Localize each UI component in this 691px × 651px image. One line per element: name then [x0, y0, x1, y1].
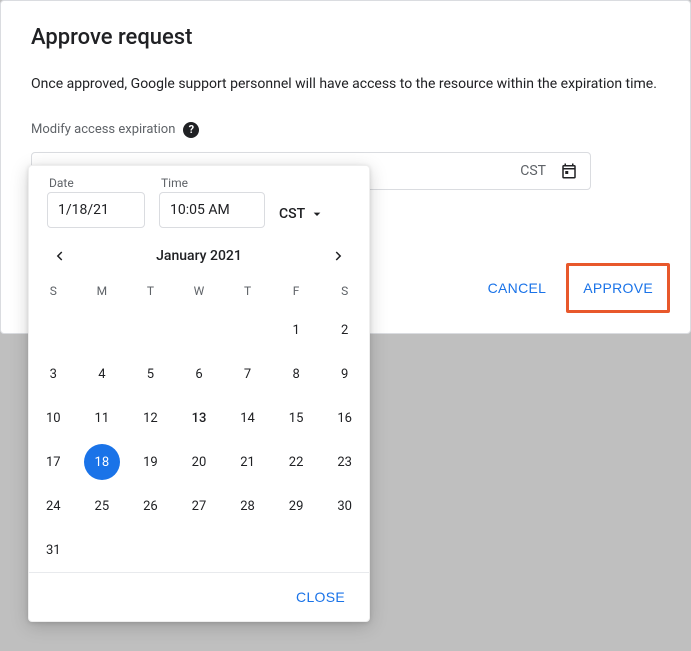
calendar-day[interactable]: 29 [272, 484, 321, 528]
weekday-header: F [272, 272, 321, 308]
timezone-dropdown[interactable]: CST [279, 206, 325, 228]
prev-month-button[interactable] [49, 246, 69, 266]
calendar-day[interactable]: 16 [320, 396, 369, 440]
calendar-day[interactable]: 20 [175, 440, 224, 484]
chevron-right-icon [330, 247, 348, 265]
modal-title: Approve request [31, 25, 660, 50]
calendar-day [126, 308, 175, 352]
time-input[interactable] [159, 192, 265, 228]
calendar-day[interactable]: 9 [320, 352, 369, 396]
calendar-day[interactable]: 4 [78, 352, 127, 396]
calendar-day[interactable]: 12 [126, 396, 175, 440]
calendar-day[interactable]: 19 [126, 440, 175, 484]
weekday-header: S [29, 272, 78, 308]
calendar-day[interactable]: 30 [320, 484, 369, 528]
help-icon[interactable]: ? [183, 122, 199, 138]
modal-actions: CANCEL APPROVE [476, 263, 670, 313]
date-field: Date [47, 176, 145, 228]
calendar-day[interactable]: 10 [29, 396, 78, 440]
calendar-day[interactable]: 15 [272, 396, 321, 440]
calendar-day [175, 528, 224, 572]
calendar-day[interactable]: 5 [126, 352, 175, 396]
date-picker-popover: Date Time CST January 2021 SMTWTFS 12345… [28, 165, 370, 622]
calendar-day[interactable]: 2 [320, 308, 369, 352]
weekday-header: T [223, 272, 272, 308]
calendar-day[interactable]: 6 [175, 352, 224, 396]
calendar-grid: SMTWTFS 12345678910111213141516171819202… [29, 272, 369, 572]
calendar-day[interactable]: 24 [29, 484, 78, 528]
calendar-day[interactable]: 7 [223, 352, 272, 396]
approve-button[interactable]: APPROVE [569, 266, 667, 310]
modal-description: Once approved, Google support personnel … [31, 76, 660, 92]
calendar-day [29, 308, 78, 352]
calendar-day[interactable]: 8 [272, 352, 321, 396]
approve-highlight: APPROVE [566, 263, 670, 313]
weekday-header: T [126, 272, 175, 308]
time-field: Time [159, 176, 265, 228]
weekday-header: M [78, 272, 127, 308]
calendar-day[interactable]: 1 [272, 308, 321, 352]
close-button[interactable]: CLOSE [292, 581, 349, 613]
calendar-day [320, 528, 369, 572]
next-month-button[interactable] [329, 246, 349, 266]
calendar-day [223, 308, 272, 352]
calendar-day[interactable]: 27 [175, 484, 224, 528]
calendar-day[interactable]: 14 [223, 396, 272, 440]
calendar-day[interactable]: 18 [78, 440, 127, 484]
calendar-day[interactable]: 13 [175, 396, 224, 440]
weekday-header: W [175, 272, 224, 308]
calendar-day[interactable]: 26 [126, 484, 175, 528]
calendar-day[interactable]: 22 [272, 440, 321, 484]
calendar-day [78, 528, 127, 572]
calendar-day[interactable]: 17 [29, 440, 78, 484]
calendar-day [272, 528, 321, 572]
calendar-day[interactable]: 21 [223, 440, 272, 484]
calendar-day[interactable]: 31 [29, 528, 78, 572]
cancel-button[interactable]: CANCEL [476, 272, 559, 304]
calendar-day [175, 308, 224, 352]
timezone-display: CST [520, 163, 546, 179]
calendar-day[interactable]: 3 [29, 352, 78, 396]
picker-footer: CLOSE [29, 572, 369, 621]
calendar-day[interactable]: 28 [223, 484, 272, 528]
date-label: Date [49, 176, 145, 190]
calendar-day [78, 308, 127, 352]
month-title: January 2021 [156, 248, 242, 264]
calendar-icon[interactable] [560, 162, 578, 180]
calendar-day [126, 528, 175, 572]
date-input[interactable] [47, 192, 145, 228]
picker-inputs: Date Time CST [29, 166, 369, 236]
weekday-header: S [320, 272, 369, 308]
time-label: Time [161, 176, 265, 190]
calendar-day[interactable]: 23 [320, 440, 369, 484]
modify-expiration-label: Modify access expiration ? [31, 122, 199, 138]
calendar-day [223, 528, 272, 572]
chevron-left-icon [50, 247, 68, 265]
month-nav: January 2021 [29, 236, 369, 272]
calendar-day[interactable]: 11 [78, 396, 127, 440]
chevron-down-icon [309, 206, 325, 222]
calendar-day[interactable]: 25 [78, 484, 127, 528]
